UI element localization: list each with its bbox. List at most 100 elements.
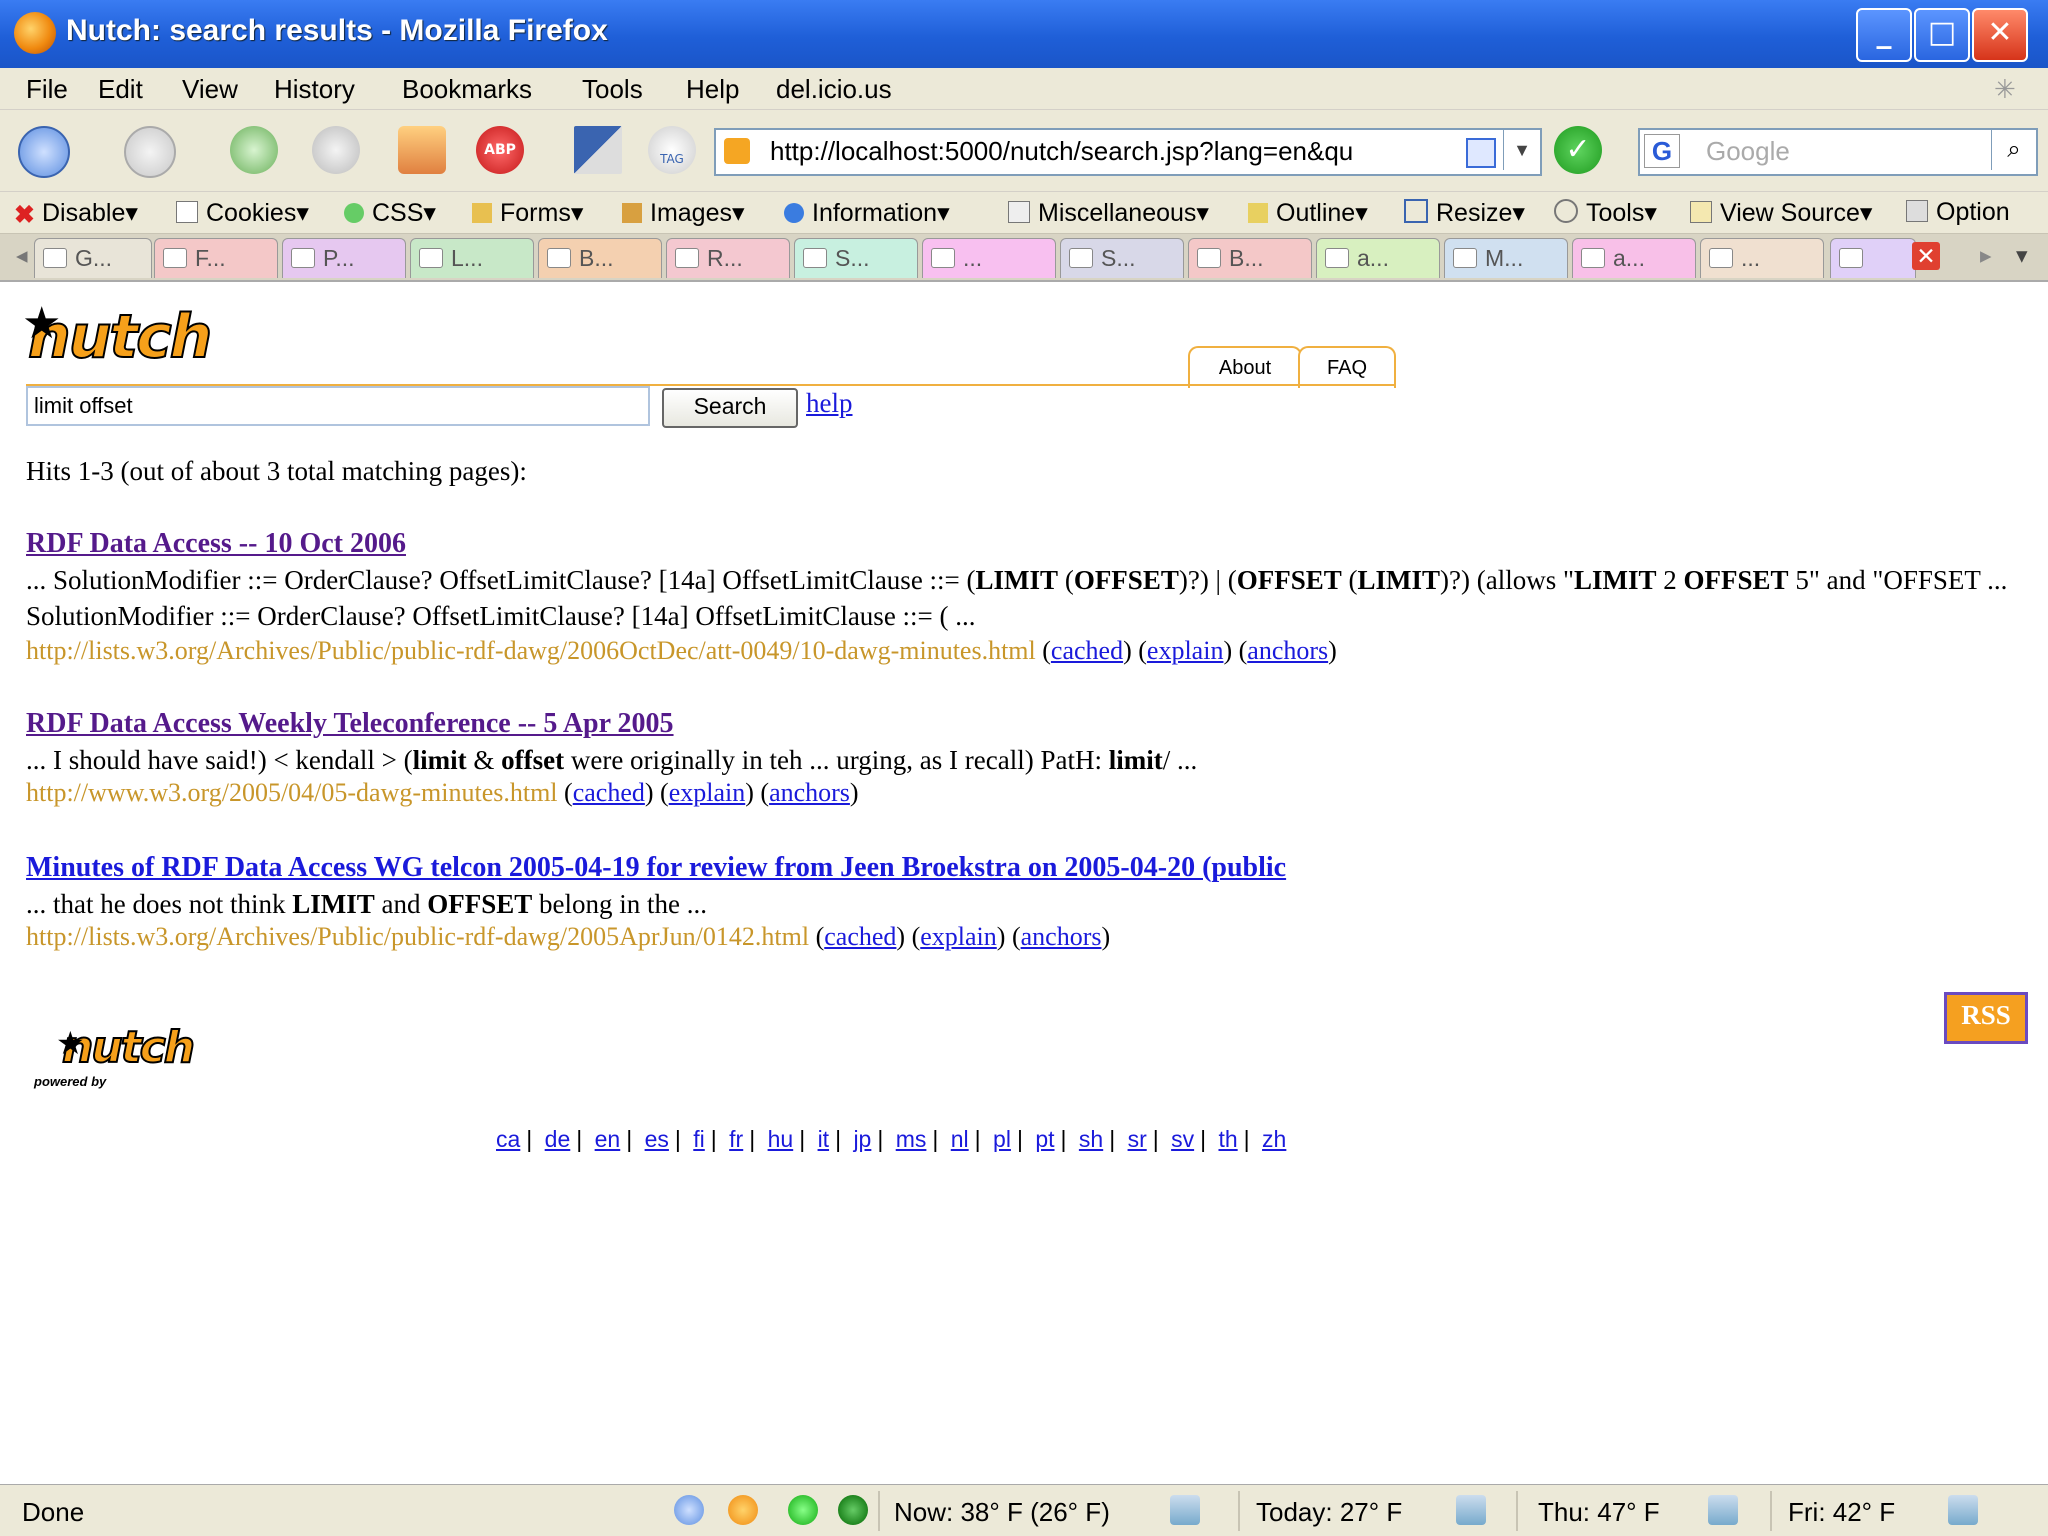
weather-now-icon[interactable] (1170, 1495, 1200, 1525)
tab-item[interactable]: L... (410, 238, 534, 278)
weather-today[interactable]: Today: 27° F (1256, 1497, 1402, 1528)
layout-icon[interactable] (574, 126, 622, 174)
rss-button[interactable]: RSS (1944, 992, 2028, 1044)
menu-help[interactable]: Help (686, 74, 739, 105)
url-text[interactable]: http://localhost:5000/nutch/search.jsp?l… (770, 136, 1470, 167)
lang-link[interactable]: fr (729, 1126, 743, 1152)
menu-bookmarks[interactable]: Bookmarks (402, 74, 532, 105)
tab-item[interactable]: a... (1316, 238, 1440, 278)
devbar-resize[interactable]: Resize▾ (1404, 198, 1525, 228)
lang-link[interactable]: ca (496, 1126, 520, 1152)
tab-list-icon[interactable]: ▾ (2016, 242, 2028, 269)
lang-link[interactable]: en (595, 1126, 621, 1152)
menu-file[interactable]: File (26, 74, 68, 105)
menu-delicious[interactable]: del.icio.us (776, 74, 892, 105)
home-icon[interactable] (398, 126, 446, 174)
search-box[interactable]: G Google ⌕ (1638, 128, 2038, 176)
help-link[interactable]: help (806, 388, 853, 419)
cached-link[interactable]: cached (824, 922, 896, 951)
devbar-view-source[interactable]: View Source▾ (1690, 198, 1872, 228)
lang-link[interactable]: th (1218, 1126, 1237, 1152)
close-tab-icon[interactable]: ✕ (1912, 242, 1940, 270)
explain-link[interactable]: explain (1147, 636, 1224, 665)
network-icon[interactable] (674, 1495, 704, 1525)
tab-about[interactable]: About (1188, 346, 1302, 388)
tab-scroll-right-icon[interactable]: ▸ (1980, 242, 1992, 269)
devbar-forms[interactable]: Forms▾ (472, 198, 583, 228)
anchors-link[interactable]: anchors (1247, 636, 1328, 665)
tab-scroll-left-icon[interactable]: ◂ (16, 242, 28, 269)
search-magnifier-icon[interactable]: ⌕ (1991, 130, 2036, 170)
lang-link[interactable]: fi (693, 1126, 705, 1152)
tab-item[interactable]: B... (538, 238, 662, 278)
menu-tools[interactable]: Tools (582, 74, 643, 105)
tab-active[interactable] (1830, 238, 1916, 278)
result-title-2[interactable]: RDF Data Access Weekly Teleconference --… (26, 708, 674, 740)
tab-item[interactable]: P... (282, 238, 406, 278)
anchors-link[interactable]: anchors (769, 778, 850, 807)
search-placeholder[interactable]: Google (1706, 136, 1790, 167)
devbar-tools[interactable]: Tools▾ (1554, 198, 1657, 228)
tab-item[interactable]: S... (794, 238, 918, 278)
search-button[interactable]: Search (662, 388, 798, 428)
tab-item[interactable]: S... (1060, 238, 1184, 278)
lang-link[interactable]: hu (768, 1126, 794, 1152)
back-button-icon[interactable] (18, 126, 70, 178)
tab-item[interactable]: G... (34, 238, 152, 278)
tab-item[interactable]: R... (666, 238, 790, 278)
menu-view[interactable]: View (182, 74, 238, 105)
weather-thu[interactable]: Thu: 47° F (1538, 1497, 1660, 1528)
lang-link[interactable]: pl (993, 1126, 1011, 1152)
go-button-icon[interactable]: ✓ (1554, 126, 1602, 174)
weather-fri-icon[interactable] (1948, 1495, 1978, 1525)
cached-link[interactable]: cached (573, 778, 645, 807)
lang-link[interactable]: sr (1128, 1126, 1147, 1152)
check-status-icon[interactable] (788, 1495, 818, 1525)
stop-icon[interactable] (312, 126, 360, 174)
tag-icon[interactable]: TAG (648, 126, 696, 174)
devbar-css[interactable]: CSS▾ (344, 198, 436, 228)
tab-item[interactable]: M... (1444, 238, 1568, 278)
weather-now[interactable]: Now: 38° F (26° F) (894, 1497, 1110, 1528)
tab-item[interactable]: a... (1572, 238, 1696, 278)
search-input[interactable] (26, 386, 650, 426)
lang-link[interactable]: nl (951, 1126, 969, 1152)
devbar-disable[interactable]: ✖ Disable▾ (14, 198, 138, 229)
lang-link[interactable]: sh (1079, 1126, 1103, 1152)
devbar-outline[interactable]: Outline▾ (1248, 198, 1368, 228)
url-dropdown-icon[interactable]: ▼ (1503, 130, 1540, 170)
adblock-icon[interactable]: ABP (476, 126, 524, 174)
lang-link[interactable]: de (545, 1126, 571, 1152)
anchors-link[interactable]: anchors (1021, 922, 1102, 951)
green-status-icon[interactable] (838, 1495, 868, 1525)
result-title-3[interactable]: Minutes of RDF Data Access WG telcon 200… (26, 852, 1286, 884)
devbar-images[interactable]: Images▾ (622, 198, 745, 228)
feed-icon[interactable] (1466, 138, 1496, 168)
maximize-button[interactable]: □ (1914, 8, 1970, 62)
lang-link[interactable]: sv (1171, 1126, 1194, 1152)
tab-item[interactable]: ... (1700, 238, 1824, 278)
tab-item[interactable]: F... (154, 238, 278, 278)
menu-history[interactable]: History (274, 74, 355, 105)
weather-today-icon[interactable] (1456, 1495, 1486, 1525)
reload-icon[interactable] (230, 126, 278, 174)
devbar-information[interactable]: Information▾ (784, 198, 950, 228)
search-engine-icon[interactable]: G (1644, 134, 1680, 168)
devbar-options[interactable]: Option (1906, 198, 2010, 227)
lang-link[interactable]: it (818, 1126, 830, 1152)
lang-link[interactable]: pt (1035, 1126, 1054, 1152)
tab-faq[interactable]: FAQ (1298, 346, 1396, 388)
weather-thu-icon[interactable] (1708, 1495, 1738, 1525)
forward-button-icon[interactable] (124, 126, 176, 178)
lang-link[interactable]: zh (1262, 1126, 1286, 1152)
tab-item[interactable]: ... (922, 238, 1056, 278)
menu-edit[interactable]: Edit (98, 74, 143, 105)
explain-link[interactable]: explain (920, 922, 997, 951)
lang-link[interactable]: es (645, 1126, 669, 1152)
tab-item[interactable]: B... (1188, 238, 1312, 278)
url-bar[interactable]: http://localhost:5000/nutch/search.jsp?l… (714, 128, 1542, 176)
devbar-cookies[interactable]: Cookies▾ (176, 198, 309, 228)
minimize-button[interactable]: _ (1856, 8, 1912, 62)
explain-link[interactable]: explain (669, 778, 746, 807)
firefox-status-icon[interactable] (728, 1495, 758, 1525)
